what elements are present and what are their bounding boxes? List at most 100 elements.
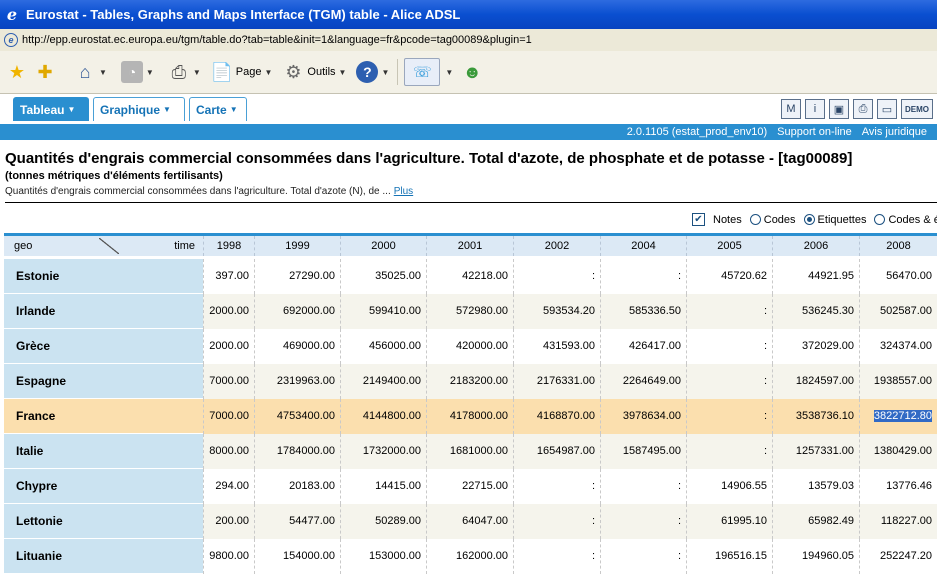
year-header[interactable]: 2004 <box>600 236 686 256</box>
table-cell: 252247.20 <box>859 539 937 574</box>
table-cell: 22715.00 <box>426 469 513 504</box>
browser-toolbar: ★ ✚ ⌂ ▼ ◔ ▼ ⎙ ▼ 📄 Page ▼ ⚙ Outils ▼ ? ▼ ☏ ▼ ☻ <box>0 51 937 94</box>
table-cell: 1938557.00 <box>859 364 937 399</box>
cell-value: 1681000.00 <box>449 445 508 457</box>
table-cell: 44921.95 <box>772 259 859 294</box>
year-header[interactable]: 2001 <box>426 236 513 256</box>
messenger-icon[interactable]: ☻ <box>461 61 483 83</box>
folder-icon[interactable]: ▭ <box>877 99 897 119</box>
home-icon[interactable]: ⌂ <box>74 61 96 83</box>
table-cell: 420000.00 <box>426 329 513 364</box>
page-description: Quantités d'engrais commercial consommée… <box>5 186 413 197</box>
table-cell: 20183.00 <box>254 469 340 504</box>
cell-value: 35025.00 <box>375 270 421 282</box>
geo-time-header: geo time <box>4 236 203 256</box>
tools-gear-icon[interactable]: ⚙ <box>282 61 304 83</box>
table-row: Estonie 397.00 27290.00 35025.00 42218.00:: 4… <box>4 259 937 294</box>
cell-value: 1784000.00 <box>276 445 335 457</box>
row-country[interactable]: Irlande <box>4 294 203 329</box>
table-cell: : <box>513 259 600 294</box>
table-cell: 456000.00 <box>340 329 426 364</box>
table-cell: 2000.00 <box>203 329 254 364</box>
table-cell: 42218.00 <box>426 259 513 294</box>
table-cell: 572980.00 <box>426 294 513 329</box>
skype-dropdown-icon[interactable]: ▼ <box>445 68 453 77</box>
row-country[interactable]: France <box>4 399 203 434</box>
row-country[interactable]: Lettonie <box>4 504 203 539</box>
more-link[interactable]: Plus <box>394 186 413 197</box>
tab-map-label: Carte <box>196 102 227 117</box>
demo-button[interactable]: DEMO <box>901 99 933 119</box>
year-header[interactable]: 2000 <box>340 236 426 256</box>
cell-value: : <box>677 515 681 527</box>
page-menu-label[interactable]: Page <box>236 66 262 78</box>
row-country[interactable]: Chypre <box>4 469 203 504</box>
print-icon[interactable]: ⎙ <box>168 61 190 83</box>
help-dropdown-icon[interactable]: ▼ <box>381 68 389 77</box>
year-header[interactable]: 2008 <box>859 236 937 256</box>
skype-icon[interactable]: ☏ <box>411 61 433 83</box>
notes-checkbox[interactable]: ✔ <box>692 213 705 226</box>
cell-value: 194960.05 <box>802 550 854 562</box>
cell-value: : <box>591 270 595 282</box>
cell-value: 2000.00 <box>209 305 249 317</box>
table-cell: 27290.00 <box>254 259 340 294</box>
table-cell: 14906.55 <box>686 469 772 504</box>
table-cell: 4144800.00 <box>340 399 426 434</box>
print-dropdown-icon[interactable]: ▼ <box>193 68 201 77</box>
save-icon[interactable]: ▣ <box>829 99 849 119</box>
cell-value: 13579.03 <box>808 480 854 492</box>
codes-radio[interactable] <box>749 214 761 225</box>
table-cell: : <box>600 539 686 574</box>
cell-value: : <box>591 550 595 562</box>
url-text[interactable]: http://epp.eurostat.ec.europa.eu/tgm/tab… <box>22 34 532 46</box>
table-header: geo time 1998 1999 2000 2001 2002 2004 2005 200… <box>4 233 937 256</box>
table-cell: 324374.00 <box>859 329 937 364</box>
tab-graph[interactable]: Graphique ▼ <box>93 97 185 121</box>
metadata-icon[interactable]: M <box>781 99 801 119</box>
rss-dropdown-icon[interactable]: ▼ <box>146 68 154 77</box>
page-dropdown-icon[interactable]: ▼ <box>264 68 272 77</box>
table-cell: 692000.00 <box>254 294 340 329</box>
table-cell: 1824597.00 <box>772 364 859 399</box>
year-header[interactable]: 2002 <box>513 236 600 256</box>
support-link[interactable]: Support on-line <box>777 126 852 138</box>
cell-value: 118227.00 <box>880 515 932 527</box>
row-country[interactable]: Italie <box>4 434 203 469</box>
year-header[interactable]: 1999 <box>254 236 340 256</box>
tools-menu-label[interactable]: Outils <box>307 66 335 78</box>
favorites-star-icon[interactable]: ★ <box>6 61 28 83</box>
info-icon[interactable]: i <box>805 99 825 119</box>
row-country[interactable]: Lituanie <box>4 539 203 574</box>
row-country[interactable]: Grèce <box>4 329 203 364</box>
tab-table[interactable]: Tableau ▼ <box>13 97 89 121</box>
row-country[interactable]: Estonie <box>4 259 203 294</box>
legal-link[interactable]: Avis juridique <box>862 126 927 138</box>
cell-value: 1380429.00 <box>873 445 932 457</box>
cell-value: 9800.00 <box>209 550 249 562</box>
row-country[interactable]: Espagne <box>4 364 203 399</box>
year-header[interactable]: 2005 <box>686 236 772 256</box>
cell-value: 200.00 <box>215 515 249 527</box>
tab-map[interactable]: Carte ▼ <box>189 97 247 121</box>
address-bar[interactable]: e http://epp.eurostat.ec.europa.eu/tgm/t… <box>0 29 937 52</box>
page-title: Quantités d'engrais commercial consommée… <box>5 150 853 167</box>
print-page-icon[interactable]: ⎙ <box>853 99 873 119</box>
table-cell: 585336.50 <box>600 294 686 329</box>
page-icon[interactable]: 📄 <box>211 61 233 83</box>
year-header[interactable]: 2006 <box>772 236 859 256</box>
table-cell: 8000.00 <box>203 434 254 469</box>
add-favorite-icon[interactable]: ✚ <box>34 61 56 83</box>
codes-labels-radio[interactable] <box>874 214 886 225</box>
tools-dropdown-icon[interactable]: ▼ <box>339 68 347 77</box>
cell-value: 572980.00 <box>456 305 508 317</box>
home-dropdown-icon[interactable]: ▼ <box>99 68 107 77</box>
year-header[interactable]: 1998 <box>203 236 254 256</box>
labels-radio[interactable] <box>803 214 815 225</box>
help-icon[interactable]: ? <box>356 61 379 83</box>
table-cell: 2000.00 <box>203 294 254 329</box>
table-cell: : <box>513 469 600 504</box>
table-cell: 1681000.00 <box>426 434 513 469</box>
skype-addon[interactable]: ☏ <box>404 58 441 86</box>
rss-feed-icon[interactable]: ◔ <box>120 61 143 83</box>
